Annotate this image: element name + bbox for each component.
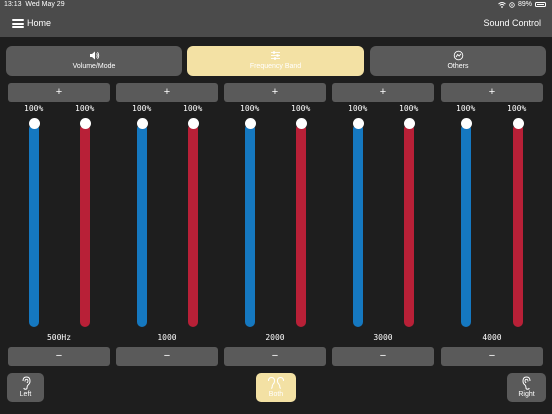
band-500hz-frequency-label: 500Hz bbox=[46, 333, 72, 342]
band-1000-left-percent: 100% bbox=[132, 104, 152, 113]
band-500hz-left-thumb[interactable] bbox=[28, 118, 40, 129]
battery-icon bbox=[535, 2, 546, 7]
ear-icon bbox=[22, 376, 31, 390]
band-4000-frequency-label: 4000 bbox=[482, 333, 502, 342]
page-title: Sound Control bbox=[483, 18, 541, 28]
right-ear-label: Right bbox=[518, 391, 535, 398]
tab-frequency-band[interactable]: Frequency Band bbox=[187, 46, 364, 76]
band-1000-plus-button[interactable]: + bbox=[116, 83, 218, 102]
sliders-icon bbox=[271, 51, 280, 60]
band-1000-minus-button[interactable]: − bbox=[116, 347, 218, 366]
status-right: 89% bbox=[498, 1, 546, 8]
band-2000-plus-button[interactable]: + bbox=[224, 83, 326, 102]
wifi-icon bbox=[498, 1, 506, 8]
band-2000-right-percent: 100% bbox=[291, 104, 311, 113]
band-1000-left-thumb[interactable] bbox=[136, 118, 148, 129]
band-4000-right-thumb[interactable] bbox=[512, 118, 524, 129]
band-2000-frequency-label: 2000 bbox=[265, 333, 285, 342]
hamburger-icon[interactable] bbox=[12, 19, 24, 28]
band-3000-left-percent: 100% bbox=[348, 104, 368, 113]
band-1000-right-slider[interactable] bbox=[188, 124, 198, 327]
band-3000-right-slider[interactable] bbox=[404, 124, 414, 327]
band-3000-left-thumb[interactable] bbox=[352, 118, 364, 129]
band-2000-left-percent: 100% bbox=[240, 104, 260, 113]
both-ears-label: Both bbox=[268, 391, 284, 398]
band-4000-left-thumb[interactable] bbox=[460, 118, 472, 129]
status-bar: 13:13 Wed May 29 89% bbox=[0, 0, 552, 11]
band-500hz-left-slider[interactable] bbox=[29, 124, 39, 327]
band-3000-frequency-label: 3000 bbox=[373, 333, 393, 342]
both-ears-icon bbox=[268, 376, 284, 389]
band-500hz-right-thumb[interactable] bbox=[79, 118, 91, 129]
right-ear-button[interactable]: Right bbox=[507, 373, 546, 402]
band-3000-minus-button[interactable]: − bbox=[332, 347, 434, 366]
band-3000-right-thumb[interactable] bbox=[403, 118, 415, 129]
ear-icon bbox=[521, 376, 530, 390]
band-500hz-right-percent: 100% bbox=[75, 104, 95, 113]
band-2000-left-slider[interactable] bbox=[245, 124, 255, 327]
band-4000-left-percent: 100% bbox=[456, 104, 476, 113]
band-500hz-minus-button[interactable]: − bbox=[8, 347, 110, 366]
nav-bar: Home Sound Control bbox=[0, 11, 552, 37]
tab-volume-mode[interactable]: Volume/Mode bbox=[6, 46, 182, 76]
tab-label: Frequency Band bbox=[249, 63, 302, 70]
band-4000-right-percent: 100% bbox=[507, 104, 527, 113]
speaker-icon bbox=[89, 51, 99, 60]
both-ears-button[interactable]: Both bbox=[256, 373, 296, 402]
band-4000-left-slider[interactable] bbox=[461, 124, 471, 327]
band-500hz-plus-button[interactable]: + bbox=[8, 83, 110, 102]
band-1000-right-thumb[interactable] bbox=[187, 118, 199, 129]
status-time: 13:13 Wed May 29 bbox=[4, 1, 65, 8]
band-1000-left-slider[interactable] bbox=[137, 124, 147, 327]
left-ear-label: Left bbox=[19, 391, 32, 398]
left-ear-button[interactable]: Left bbox=[7, 373, 44, 402]
tab-others[interactable]: Others bbox=[370, 46, 546, 76]
location-icon bbox=[509, 1, 515, 8]
band-4000-plus-button[interactable]: + bbox=[441, 83, 543, 102]
band-4000-minus-button[interactable]: − bbox=[441, 347, 543, 366]
tab-label: Others bbox=[447, 63, 469, 70]
band-2000-minus-button[interactable]: − bbox=[224, 347, 326, 366]
band-500hz-left-percent: 100% bbox=[24, 104, 44, 113]
band-3000-right-percent: 100% bbox=[399, 104, 419, 113]
battery-percent: 89% bbox=[517, 1, 532, 8]
band-1000-frequency-label: 1000 bbox=[157, 333, 177, 342]
gauge-icon bbox=[453, 50, 463, 61]
band-500hz-right-slider[interactable] bbox=[80, 124, 90, 327]
band-4000-right-slider[interactable] bbox=[513, 124, 523, 327]
band-2000-right-slider[interactable] bbox=[296, 124, 306, 327]
band-3000-left-slider[interactable] bbox=[353, 124, 363, 327]
band-1000-right-percent: 100% bbox=[183, 104, 203, 113]
tab-label: Volume/Mode bbox=[72, 63, 116, 70]
band-2000-right-thumb[interactable] bbox=[295, 118, 307, 129]
home-link[interactable]: Home bbox=[27, 18, 51, 28]
band-2000-left-thumb[interactable] bbox=[244, 118, 256, 129]
band-3000-plus-button[interactable]: + bbox=[332, 83, 434, 102]
